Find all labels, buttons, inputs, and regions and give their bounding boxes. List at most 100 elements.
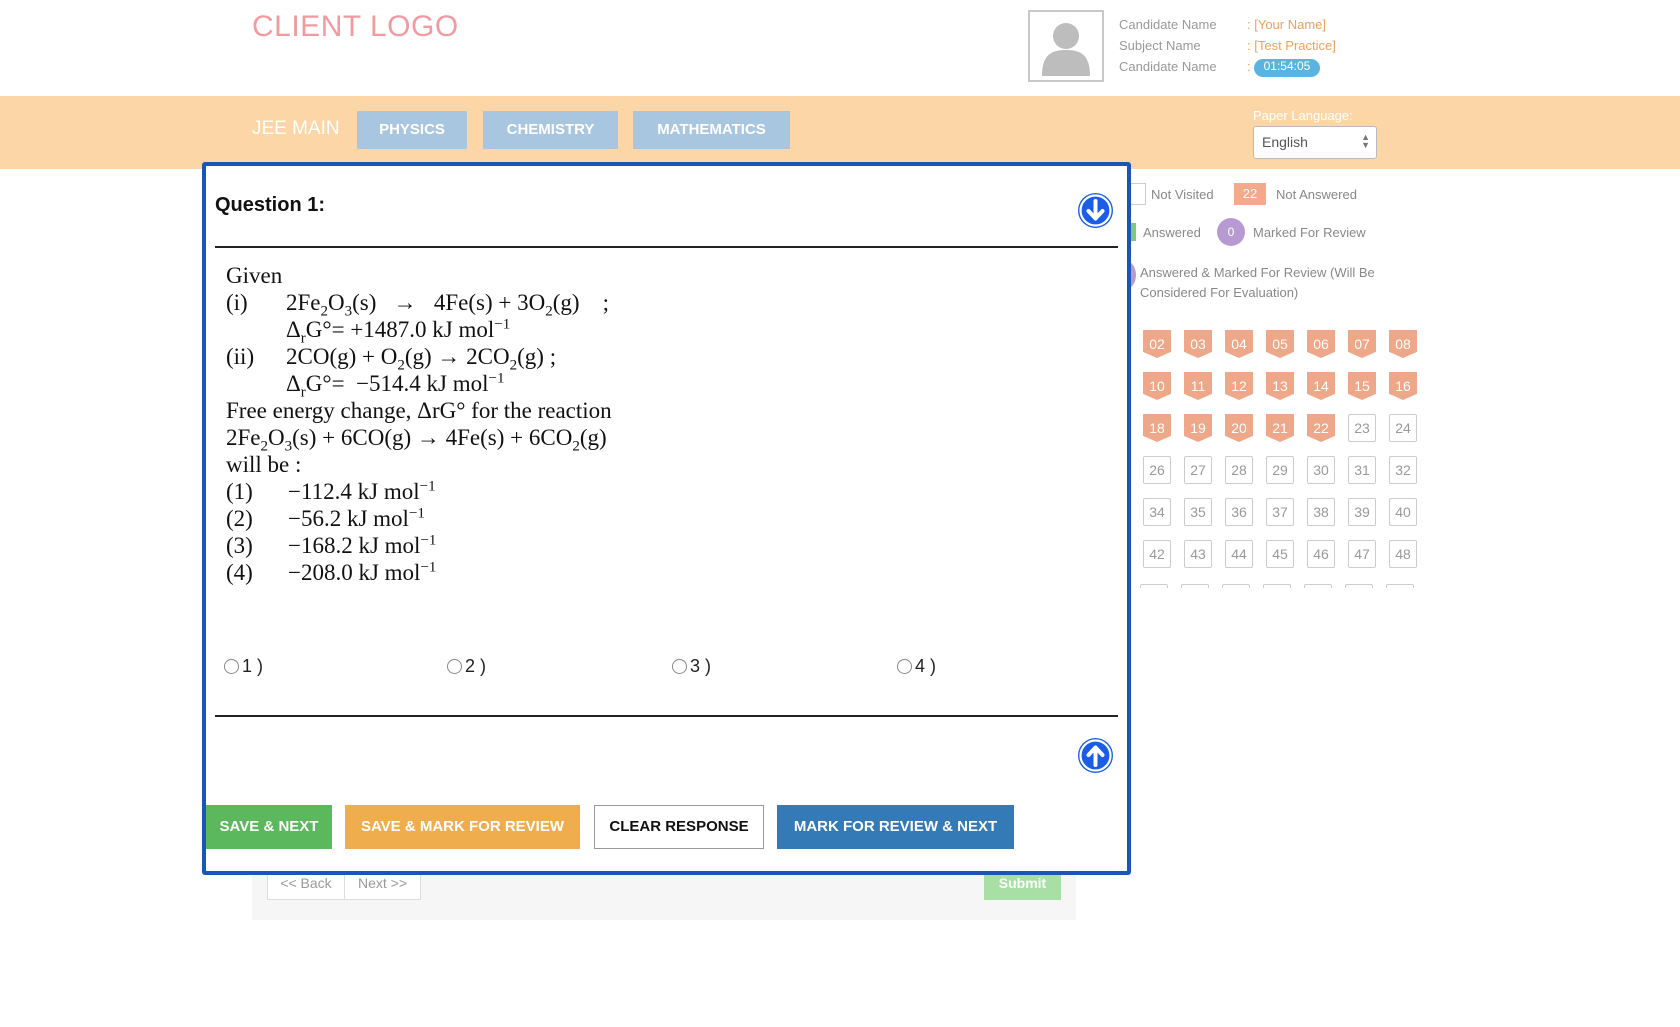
palette-question-button[interactable]: 43	[1184, 540, 1212, 568]
divider-bottom	[215, 715, 1118, 717]
paper-language-label: Paper Language:	[1253, 108, 1353, 123]
divider-top	[215, 246, 1118, 248]
will-be-text: will be :	[226, 452, 302, 477]
palette-question-button[interactable]: 44	[1225, 540, 1253, 568]
palette-question-button[interactable]: 34	[1143, 498, 1171, 526]
save-next-button[interactable]: SAVE & NEXT	[206, 805, 332, 849]
reaction-ii-label: (ii)	[226, 344, 255, 369]
choice-label: (2)	[226, 506, 253, 531]
palette-question-button[interactable]: 18	[1143, 414, 1171, 442]
palette-question-button[interactable]: 30	[1307, 456, 1335, 484]
choice-text-value: −56.2 kJ mol	[288, 506, 409, 531]
mark-review-next-button[interactable]: MARK FOR REVIEW & NEXT	[777, 805, 1014, 849]
palette-question-button[interactable]: 23	[1348, 414, 1376, 442]
palette-question-button[interactable]: 19	[1184, 414, 1212, 442]
given-label: Given	[226, 263, 283, 288]
palette-question-button[interactable]: 31	[1348, 456, 1376, 484]
palette-question-button[interactable]: 27	[1184, 456, 1212, 484]
marked-swatch: 0	[1217, 218, 1245, 246]
palette-question-button[interactable]: 06	[1307, 330, 1335, 358]
option-3-radio[interactable]	[672, 659, 687, 674]
choice-text: −208.0 kJ mol−1	[288, 559, 437, 585]
palette-question-button[interactable]: 16	[1389, 372, 1417, 400]
palette-question-button[interactable]: 21	[1266, 414, 1294, 442]
candidate-name-key: Candidate Name	[1119, 17, 1217, 32]
palette-question-button[interactable]: 04	[1225, 330, 1253, 358]
candidate-info: Candidate Name : [Your Name] Subject Nam…	[1119, 14, 1336, 77]
reaction-i-energy: ΔrG°= +1487.0 kJ mol−1	[286, 316, 511, 347]
timer-colon: :	[1247, 59, 1251, 74]
tab-physics[interactable]: PHYSICS	[357, 111, 467, 149]
arrow-down-icon	[1079, 194, 1112, 227]
choice-text: −112.4 kJ mol−1	[288, 478, 436, 504]
palette-question-button[interactable]: 24	[1389, 414, 1417, 442]
choice-text-value: −112.4 kJ mol	[288, 479, 420, 504]
palette-question-button[interactable]: 15	[1348, 372, 1376, 400]
palette-question-button[interactable]: 22	[1307, 414, 1335, 442]
palette-question-button[interactable]: 07	[1348, 330, 1376, 358]
option-1-radio[interactable]	[224, 659, 239, 674]
palette-question-button[interactable]: 28	[1225, 456, 1253, 484]
scroll-down-button[interactable]	[1078, 193, 1113, 228]
palette-question-button[interactable]: 42	[1143, 540, 1171, 568]
choice-label: (3)	[226, 533, 253, 558]
scroll-up-button[interactable]	[1078, 738, 1113, 773]
not-answered-swatch: 22	[1234, 183, 1266, 205]
palette-question-button[interactable]: 32	[1389, 456, 1417, 484]
palette-question-button[interactable]: 08	[1389, 330, 1417, 358]
save-mark-review-button[interactable]: SAVE & MARK FOR REVIEW	[345, 805, 580, 849]
palette-question-button[interactable]: 45	[1266, 540, 1294, 568]
option-4[interactable]: 4 )	[897, 656, 936, 677]
palette-question-button[interactable]: 10	[1143, 372, 1171, 400]
option-2[interactable]: 2 )	[447, 656, 486, 677]
legend-not-answered: Not Answered	[1276, 187, 1357, 202]
palette-question-button[interactable]: 38	[1307, 498, 1335, 526]
palette-question-button[interactable]: 46	[1307, 540, 1335, 568]
palette-question-button[interactable]: 29	[1266, 456, 1294, 484]
palette-question-button[interactable]: 13	[1266, 372, 1294, 400]
palette-cell-partial	[1140, 584, 1168, 588]
choice-text-value: −208.0 kJ mol	[288, 560, 421, 585]
palette-question-button[interactable]: 39	[1348, 498, 1376, 526]
option-3[interactable]: 3 )	[672, 656, 711, 677]
palette-question-button[interactable]: 05	[1266, 330, 1294, 358]
palette-question-button[interactable]: 03	[1184, 330, 1212, 358]
option-4-radio[interactable]	[897, 659, 912, 674]
palette-question-button[interactable]: 48	[1389, 540, 1417, 568]
palette-question-button[interactable]: 35	[1184, 498, 1212, 526]
question-panel: Question 1: Given (i) 2Fe2O3(s) → 4Fe(s)…	[202, 162, 1131, 875]
palette-question-button[interactable]: 14	[1307, 372, 1335, 400]
target-reaction: 2Fe2O3(s) + 6CO(g) → 4Fe(s) + 6CO2(g)	[226, 425, 607, 455]
subject-name-value: : [Test Practice]	[1247, 38, 1336, 53]
client-logo: CLIENT LOGO	[252, 10, 459, 43]
palette-question-button[interactable]: 02	[1143, 330, 1171, 358]
tab-chemistry[interactable]: CHEMISTRY	[483, 111, 618, 149]
palette-cell-partial	[1386, 584, 1414, 588]
exam-screen: CLIENT LOGO Candidate Name : [Your Name]…	[0, 0, 1680, 1027]
palette-cell-partial	[1263, 584, 1291, 588]
palette-question-button[interactable]: 26	[1143, 456, 1171, 484]
legend-not-visited: Not Visited	[1151, 187, 1214, 202]
option-4-label: 4 )	[915, 656, 937, 676]
paper-language-value: English	[1262, 134, 1308, 150]
timer-key: Candidate Name	[1119, 59, 1217, 74]
palette-question-button[interactable]: 36	[1225, 498, 1253, 526]
tab-mathematics[interactable]: MATHEMATICS	[633, 111, 790, 149]
palette-question-button[interactable]: 20	[1225, 414, 1253, 442]
palette-question-button[interactable]: 11	[1184, 372, 1212, 400]
reaction-i-label: (i)	[226, 290, 248, 315]
option-1[interactable]: 1 )	[224, 656, 263, 677]
clear-response-button[interactable]: CLEAR RESPONSE	[594, 805, 764, 849]
palette-cell-partial	[1181, 584, 1209, 588]
option-1-label: 1 )	[242, 656, 264, 676]
palette-question-button[interactable]: 12	[1225, 372, 1253, 400]
palette-partial-row-cells	[1140, 584, 1430, 588]
palette-question-button[interactable]: 40	[1389, 498, 1417, 526]
palette-question-button[interactable]: 47	[1348, 540, 1376, 568]
user-icon	[1042, 23, 1090, 76]
free-energy-text: Free energy change, ΔrG° for the reactio…	[226, 398, 612, 423]
option-2-radio[interactable]	[447, 659, 462, 674]
select-arrows-icon: ▲ ▼	[1361, 132, 1370, 150]
palette-question-button[interactable]: 37	[1266, 498, 1294, 526]
paper-language-select[interactable]: English ▲ ▼	[1253, 126, 1377, 159]
